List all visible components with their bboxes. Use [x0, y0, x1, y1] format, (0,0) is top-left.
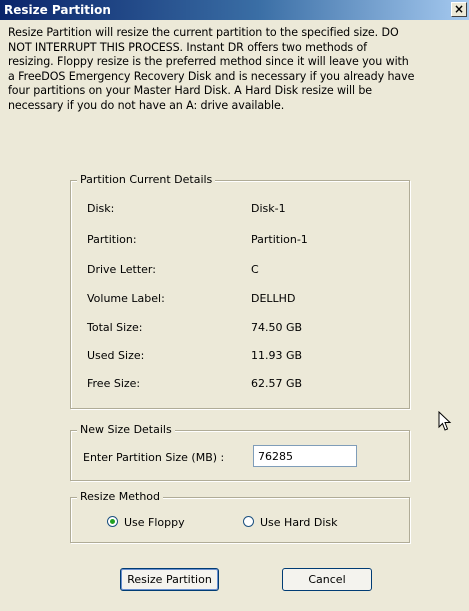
resize-partition-dialog: Resize Partition × Resize Partition will… — [0, 0, 469, 611]
detail-label: Drive Letter: — [87, 263, 156, 276]
use-hard-disk-radio[interactable]: Use Hard Disk — [243, 516, 338, 529]
detail-label: Free Size: — [87, 377, 141, 390]
detail-row-volume-label: Volume Label: DELLHD — [71, 292, 409, 308]
description-line: a FreeDOS Emergency Recovery Disk and is… — [8, 69, 415, 83]
use-floppy-label: Use Floppy — [124, 516, 185, 529]
resize-partition-button[interactable]: Resize Partition — [120, 568, 219, 591]
detail-value: Disk-1 — [251, 202, 286, 215]
detail-row-used-size: Used Size: 11.93 GB — [71, 349, 409, 365]
detail-label: Disk: — [87, 202, 115, 215]
detail-row-free-size: Free Size: 62.57 GB — [71, 377, 409, 393]
detail-value: C — [251, 263, 259, 276]
description-line: NOT INTERRUPT THIS PROCESS. Instant DR o… — [8, 40, 367, 54]
description-line: four partitions on your Master Hard Disk… — [8, 84, 373, 97]
use-hard-disk-label: Use Hard Disk — [260, 516, 338, 529]
new-size-group: New Size Details Enter Partition Size (M… — [70, 423, 410, 481]
radio-unchecked-icon — [243, 516, 254, 527]
window-title: Resize Partition — [4, 3, 111, 17]
resize-method-group: Resize Method Use Floppy Use Hard Disk — [70, 490, 410, 543]
cancel-button[interactable]: Cancel — [282, 568, 372, 591]
detail-row-disk: Disk: Disk-1 — [71, 202, 409, 218]
title-bar[interactable]: Resize Partition × — [0, 0, 469, 20]
partition-size-input[interactable] — [253, 445, 357, 467]
partition-size-label: Enter Partition Size (MB) : — [83, 451, 225, 464]
description-line: resizing. Floppy resize is the preferred… — [8, 55, 409, 68]
detail-row-partition: Partition: Partition-1 — [71, 233, 409, 249]
use-floppy-radio[interactable]: Use Floppy — [107, 516, 185, 529]
partition-details-legend: Partition Current Details — [77, 173, 216, 186]
description-line: Resize Partition will resize the current… — [8, 26, 399, 39]
radio-checked-icon — [107, 516, 118, 527]
partition-details-group: Partition Current Details Disk: Disk-1 P… — [70, 173, 410, 409]
detail-label: Volume Label: — [87, 292, 165, 305]
detail-row-total-size: Total Size: 74.50 GB — [71, 321, 409, 337]
detail-value: Partition-1 — [251, 233, 308, 246]
description-line: necessary if you do not have an A: drive… — [8, 98, 285, 112]
detail-value: 62.57 GB — [251, 377, 303, 390]
new-size-legend: New Size Details — [77, 423, 175, 436]
detail-value: 11.93 GB — [251, 349, 303, 362]
description-text: Resize Partition will resize the current… — [8, 26, 460, 113]
detail-label: Used Size: — [87, 349, 145, 362]
detail-value: DELLHD — [251, 292, 296, 305]
detail-label: Total Size: — [87, 321, 143, 334]
detail-row-drive-letter: Drive Letter: C — [71, 263, 409, 279]
detail-label: Partition: — [87, 233, 137, 246]
close-button[interactable]: × — [451, 2, 467, 17]
resize-method-legend: Resize Method — [77, 490, 163, 503]
detail-value: 74.50 GB — [251, 321, 303, 334]
mouse-pointer-icon — [438, 411, 452, 431]
